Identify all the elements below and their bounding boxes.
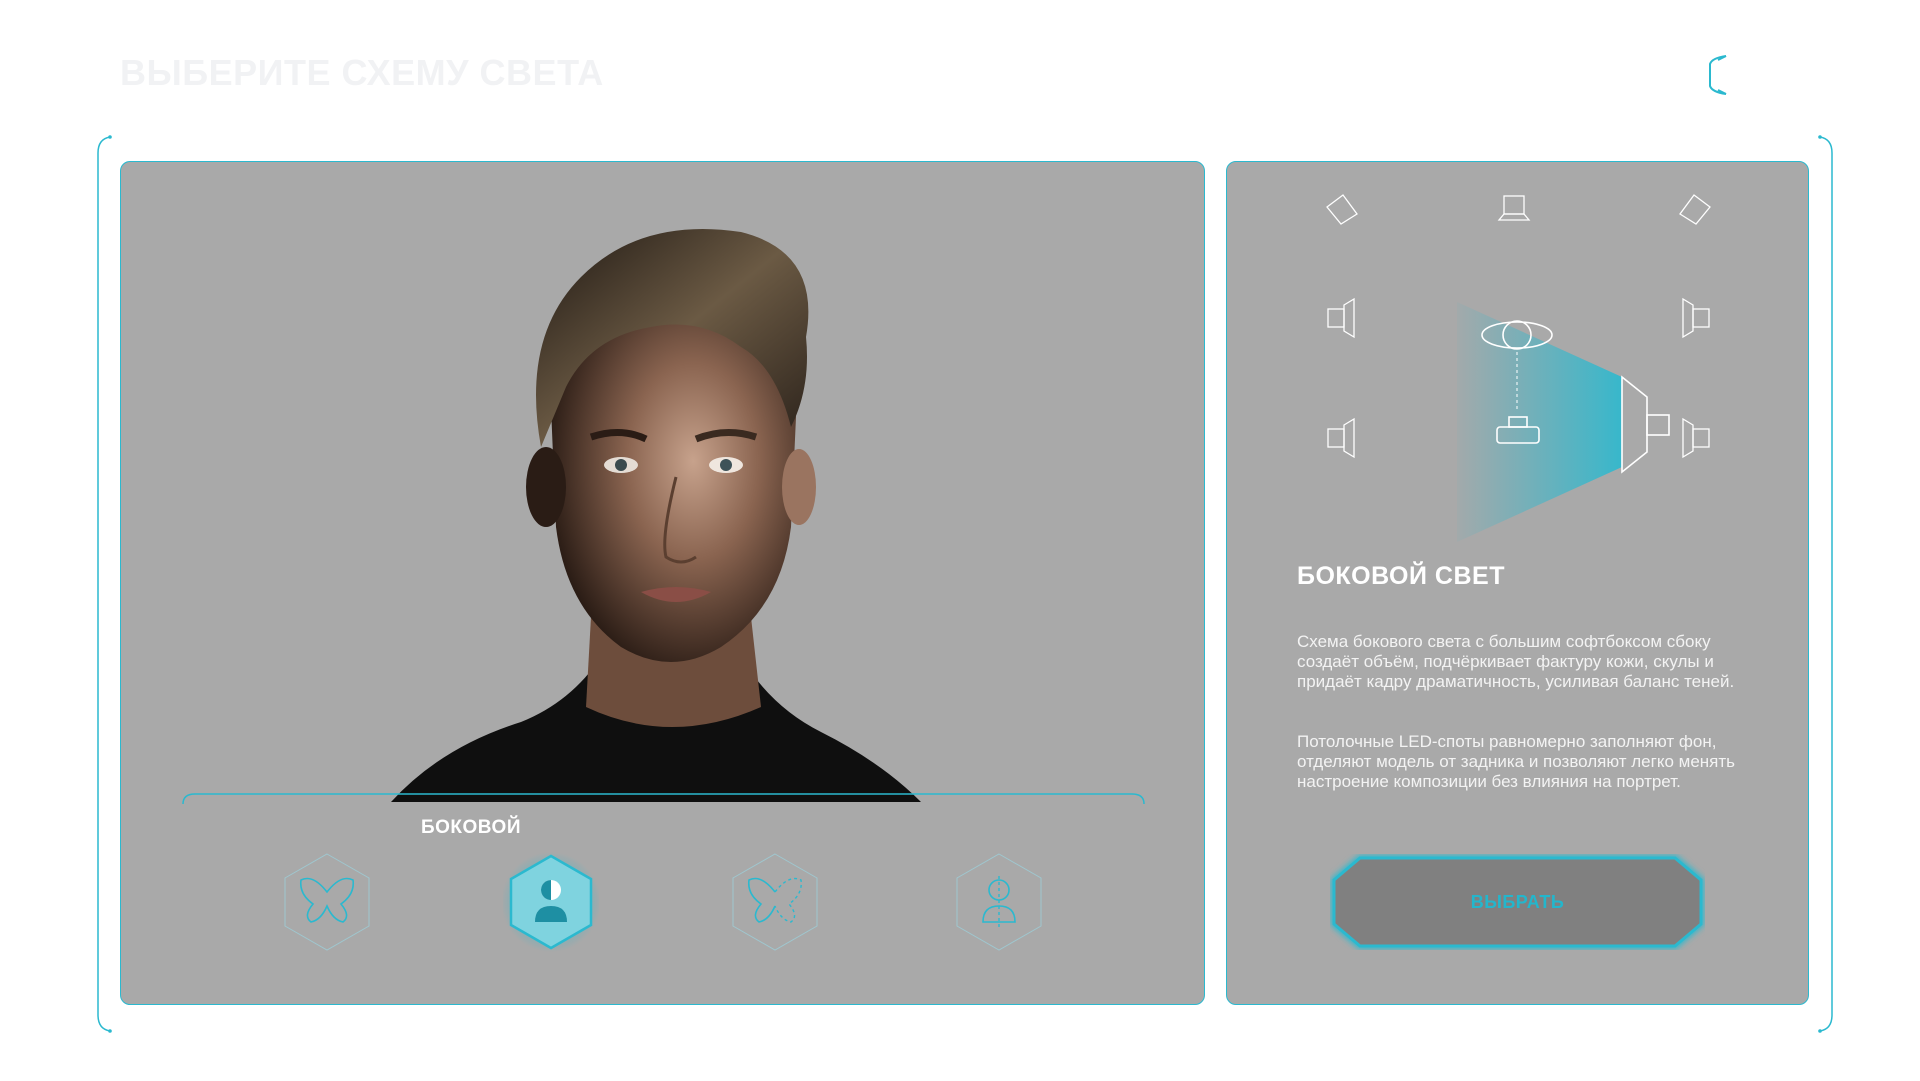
scheme-rembrandt-button[interactable] [951,850,1047,954]
info-panel: БОКОВОЙ СВЕТ Схема бокового света с боль… [1226,161,1809,1005]
butterfly-icon [284,853,370,951]
tray-divider [182,793,1145,804]
scheme-description-2: Потолочные LED-споты равномерно заполняю… [1297,732,1736,791]
light-beam [1457,302,1622,542]
spot-light-mid-left-icon [1327,297,1355,339]
frame-bracket-right [1818,135,1833,1033]
scheme-description-1: Схема бокового света с большим софтбоксо… [1297,632,1735,691]
spot-light-low-right-icon [1682,417,1710,459]
selected-scheme-label: БОКОВОЙ [421,817,521,838]
side-light-icon [501,852,601,952]
portrait-photo [391,229,921,802]
rembrandt-icon [956,853,1042,951]
spot-light-top-right-icon [1679,194,1711,225]
spot-light-low-left-icon [1327,417,1355,459]
back-button[interactable] [1700,52,1740,98]
select-button[interactable]: ВЫБРАТЬ [1330,854,1705,950]
light-scheme-svg [1326,194,1711,542]
light-scheme-diagram [1227,162,1808,562]
frame-bracket-left [97,135,112,1033]
split-butterfly-icon [732,853,818,951]
scheme-butterfly-button[interactable] [279,850,375,954]
softbox-icon [1621,375,1670,474]
preview-panel: БОКОВОЙ [120,161,1205,1005]
scheme-split-butterfly-button[interactable] [727,850,823,954]
spot-light-top-left-icon [1326,194,1358,225]
chevron-left-icon [1709,55,1727,95]
select-button-label: ВЫБРАТЬ [1470,891,1565,912]
page-title: ВЫБЕРИТЕ СХЕМУ СВЕТА [120,52,604,93]
spot-light-top-center-icon [1497,195,1531,221]
scheme-title: БОКОВОЙ СВЕТ [1297,562,1505,590]
scheme-side-button[interactable] [501,850,601,954]
spot-light-mid-right-icon [1682,297,1710,339]
